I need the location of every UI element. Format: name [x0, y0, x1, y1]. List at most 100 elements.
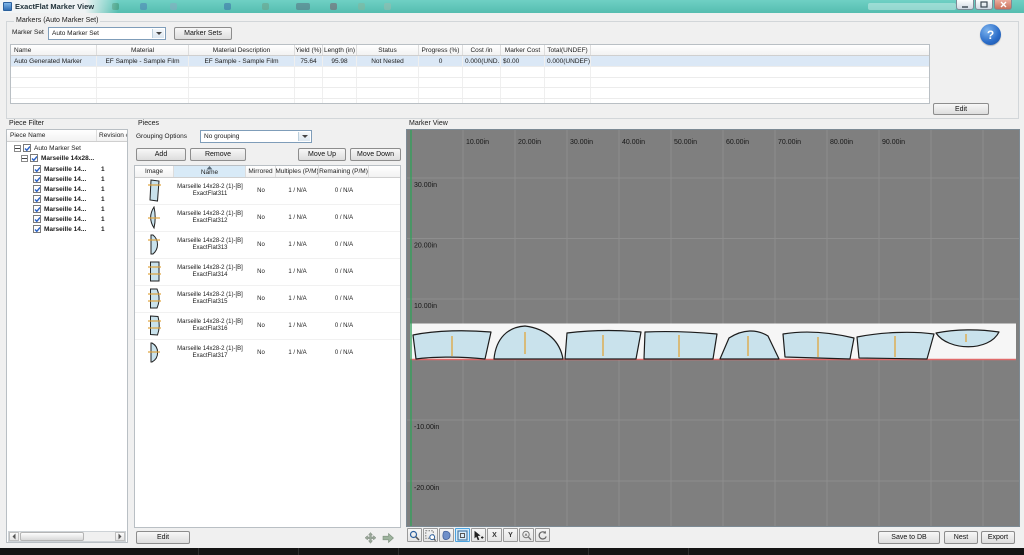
refresh-button[interactable]	[535, 528, 550, 542]
markers-edit-button[interactable]: Edit	[933, 103, 989, 115]
marker-cost: $0.00	[501, 56, 545, 66]
marker-sets-button[interactable]: Marker Sets	[174, 27, 232, 40]
background-app-icon	[296, 3, 310, 10]
maximize-button[interactable]	[975, 0, 993, 10]
piece-blob-icon	[442, 530, 451, 540]
fit-view-button[interactable]	[455, 528, 470, 542]
select-move-button[interactable]	[471, 528, 486, 542]
zoom-selected-button[interactable]	[519, 528, 534, 542]
move-down-button[interactable]: Move Down	[350, 148, 401, 161]
column-header-cost-in[interactable]: Cost /in	[463, 45, 501, 55]
save-to-db-button[interactable]: Save to DB	[878, 531, 940, 544]
taskbar	[0, 548, 1024, 555]
move-up-button[interactable]: Move Up	[298, 148, 346, 161]
column-header-progress[interactable]: Progress (%)	[419, 45, 463, 55]
column-header-name[interactable]: Name	[11, 45, 97, 55]
checkbox-checked-icon[interactable]	[33, 175, 41, 183]
piece-row[interactable]: Marseille 14x28-2 (1)-[B] ExactFlat316 No…	[135, 313, 400, 340]
collapse-icon[interactable]	[14, 144, 21, 152]
piece-row[interactable]: Marseille 14x28-2 (1)-[B] ExactFlat314 No…	[135, 259, 400, 286]
column-header-status[interactable]: Status	[357, 45, 419, 55]
collapse-icon[interactable]	[21, 154, 28, 162]
column-header-material-description[interactable]: Material Description	[189, 45, 295, 55]
piece-filter-hscrollbar[interactable]	[8, 531, 126, 542]
marker-set-dropdown[interactable]: Auto Marker Set	[48, 27, 166, 40]
piece-row[interactable]: Marseille 14x28-2 (1)-[B] ExactFlat311 No…	[135, 178, 400, 205]
ruler-y-label: -20.00in	[414, 485, 439, 492]
checkbox-checked-icon[interactable]	[33, 185, 41, 193]
column-header-multiples[interactable]: Multiples (P/M)	[276, 166, 319, 177]
column-header-total[interactable]: Total(UNDEF)	[545, 45, 591, 55]
piece-multiples: 1 / N/A	[288, 215, 307, 221]
marker-view-canvas[interactable]: 10.00in 20.00in 30.00in 40.00in 50.00in …	[406, 129, 1020, 527]
tree-item-piece[interactable]: Marseille 14... 1	[33, 184, 105, 194]
tree-item-piece[interactable]: Marseille 14... 1	[33, 204, 105, 214]
tree-item-piece[interactable]: Marseille 14... 1	[33, 224, 105, 234]
piece-row[interactable]: Marseille 14x28-2 (1)-[B] ExactFlat317 No…	[135, 340, 400, 366]
zoom-window-button[interactable]	[423, 528, 438, 542]
minimize-button[interactable]	[956, 0, 974, 10]
checkbox-checked-icon[interactable]	[23, 144, 31, 152]
move-arrows-icon[interactable]	[364, 532, 377, 544]
column-header-length[interactable]: Length (in)	[323, 45, 357, 55]
nest-button[interactable]: Nest	[944, 531, 978, 544]
tree-item-auto-marker-set[interactable]: Auto Marker Set	[14, 143, 81, 153]
forward-arrow-icon[interactable]	[382, 532, 395, 544]
show-piece-button[interactable]	[439, 528, 454, 542]
tree-item-label: Marseille 14...	[44, 175, 87, 183]
pieces-edit-button[interactable]: Edit	[136, 531, 190, 544]
piece-name-line2: ExactFlat315	[192, 299, 228, 305]
help-button[interactable]: ?	[980, 24, 1001, 45]
column-header-image[interactable]: Image	[135, 166, 174, 177]
piece-row[interactable]: Marseille 14x28-2 (1)-[B] ExactFlat315 No…	[135, 286, 400, 313]
checkbox-checked-icon[interactable]	[33, 225, 41, 233]
scroll-right-arrow[interactable]	[115, 532, 125, 541]
marker-table-row[interactable]: Auto Generated Marker EF Sample - Sample…	[11, 56, 929, 67]
column-header-mirrored[interactable]: Mirrored	[246, 166, 276, 177]
piece-mirrored: No	[257, 269, 265, 275]
marker-total: 0.000(UNDEF)	[547, 56, 591, 66]
chevron-down-icon	[152, 29, 164, 38]
tree-item-revision: 1	[101, 175, 105, 183]
column-header-yield[interactable]: Yield (%)	[295, 45, 323, 55]
tree-item-marseille-group[interactable]: Marseille 14x28...	[21, 153, 94, 163]
piece-row[interactable]: Marseille 14x28-2 (1)-[B] ExactFlat313 No…	[135, 232, 400, 259]
checkbox-checked-icon[interactable]	[33, 165, 41, 173]
scroll-left-arrow[interactable]	[9, 532, 19, 541]
marker-piece[interactable]	[643, 331, 718, 360]
column-header-piece-name-sorted[interactable]: Name	[174, 166, 246, 177]
flip-y-button[interactable]: Y	[503, 528, 518, 542]
piece-remaining: 0 / N/A	[334, 215, 354, 221]
column-header-revision[interactable]: Revision #	[97, 130, 127, 141]
tree-item-revision: 1	[101, 165, 105, 173]
tree-item-piece[interactable]: Marseille 14... 1	[33, 194, 105, 204]
checkbox-checked-icon[interactable]	[33, 195, 41, 203]
checkbox-checked-icon[interactable]	[33, 205, 41, 213]
export-button[interactable]: Export	[981, 531, 1015, 544]
piece-multiples: 1 / N/A	[288, 242, 307, 248]
pieces-title: Pieces	[138, 120, 160, 127]
column-header-remaining[interactable]: Remaining (P/M)	[319, 166, 369, 177]
tree-item-piece[interactable]: Marseille 14... 1	[33, 174, 105, 184]
piece-multiples: 1 / N/A	[288, 323, 307, 329]
add-button[interactable]: Add	[136, 148, 186, 161]
flip-x-button[interactable]: X	[487, 528, 502, 542]
column-header-marker-cost[interactable]: Marker Cost	[501, 45, 545, 55]
column-header-piece-name[interactable]: Piece Name	[7, 130, 97, 141]
marker-set-label: Marker Set	[12, 29, 44, 36]
tree-item-label: Marseille 14...	[44, 185, 87, 193]
close-button[interactable]	[994, 0, 1012, 10]
piece-name-line1: Marseille 14x28-2 (1)-[B]	[177, 265, 243, 271]
piece-row[interactable]: Marseille 14x28-2 (1)-[B] ExactFlat312 No…	[135, 205, 400, 232]
checkbox-checked-icon[interactable]	[30, 154, 38, 162]
piece-name-line2: ExactFlat316	[192, 326, 228, 332]
marker-set-value: Auto Marker Set	[52, 30, 99, 37]
tree-item-piece[interactable]: Marseille 14... 1	[33, 214, 105, 224]
scrollbar-thumb[interactable]	[20, 532, 84, 541]
remove-button[interactable]: Remove	[190, 148, 246, 161]
grouping-options-dropdown[interactable]: No grouping	[200, 130, 312, 143]
column-header-material[interactable]: Material	[97, 45, 189, 55]
checkbox-checked-icon[interactable]	[33, 215, 41, 223]
zoom-button[interactable]	[407, 528, 422, 542]
tree-item-piece[interactable]: Marseille 14... 1	[33, 164, 105, 174]
